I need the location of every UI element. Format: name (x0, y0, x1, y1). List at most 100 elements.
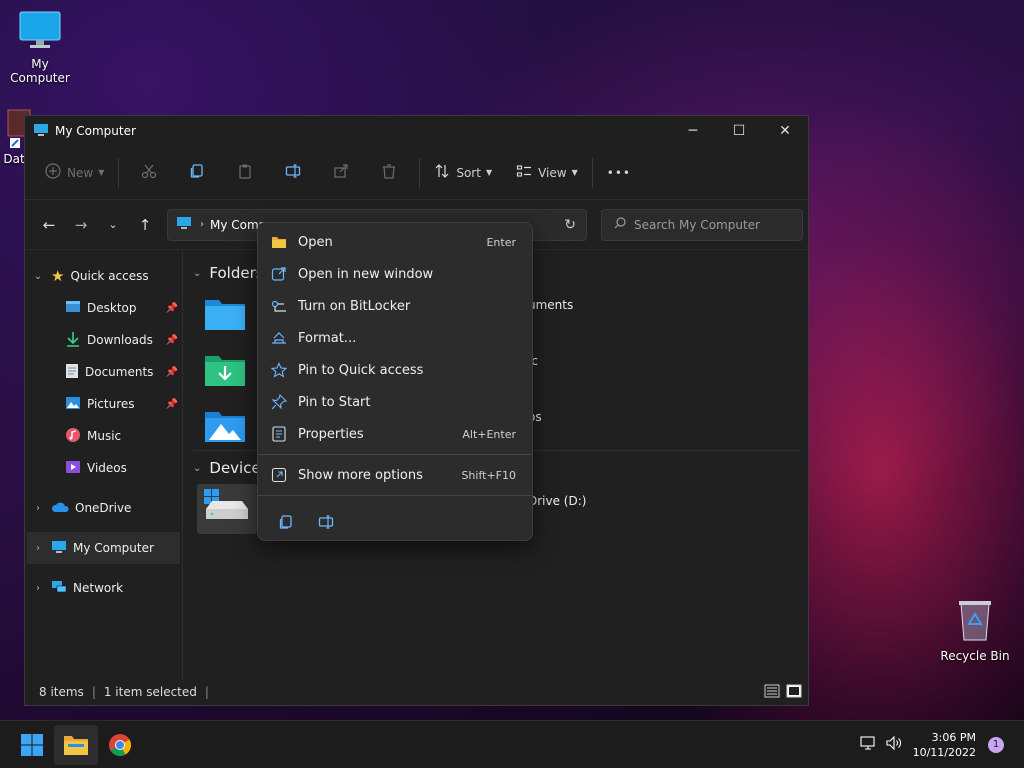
view-button[interactable]: View ▼ (508, 157, 586, 189)
folder-downloads[interactable] (203, 352, 247, 391)
more-icon: ••• (606, 165, 631, 180)
back-button[interactable]: ← (33, 216, 65, 234)
view-label: View (538, 165, 567, 180)
pictures-folder-icon (205, 412, 245, 442)
navigation-pane: ⌄ ★ Quick access Desktop 📌 Downloads 📌 D… (25, 250, 183, 679)
clock-time: 3:06 PM (931, 730, 976, 744)
sidebar-item-network[interactable]: › Network (25, 572, 182, 604)
chevron-down-icon: ⌄ (193, 462, 202, 474)
up-button[interactable]: ↑ (129, 216, 161, 234)
forward-button[interactable]: → (65, 216, 97, 234)
cut-button[interactable] (125, 157, 173, 189)
delete-button[interactable] (365, 157, 413, 189)
menu-item-show-more[interactable]: Show more options Shift+F10 (258, 459, 532, 491)
tiles-view-icon[interactable] (786, 684, 802, 701)
drive-c-selected[interactable] (197, 484, 257, 534)
chevron-down-icon: ▼ (98, 168, 105, 177)
chevron-right-icon: › (36, 582, 40, 594)
rename-icon (318, 515, 334, 529)
copy-button[interactable] (173, 157, 221, 189)
chevron-down-icon: ⌄ (193, 267, 202, 279)
desktop-folder-icon (205, 300, 245, 330)
trash-icon (381, 163, 397, 182)
menu-item-pin-start[interactable]: Pin to Start (258, 386, 532, 418)
more-options-button[interactable]: ••• (599, 157, 639, 189)
folder-icon (270, 235, 288, 249)
menu-item-label: Properties (298, 426, 364, 442)
sidebar-item-pictures[interactable]: Pictures 📌 (25, 388, 182, 420)
taskbar-chrome[interactable] (98, 725, 142, 765)
sidebar-item-my-computer[interactable]: › My Computer (27, 532, 180, 564)
pin-icon: 📌 (165, 398, 178, 410)
command-bar: New ▼ Sort ▼ View ▼ ••• (25, 146, 808, 200)
sidebar-item-documents[interactable]: Documents 📌 (25, 356, 182, 388)
document-icon (65, 363, 79, 382)
menu-item-label: Open in new window (298, 266, 434, 282)
folder-pictures[interactable] (203, 408, 247, 447)
sort-label: Sort (456, 165, 481, 180)
folder-documents-label[interactable]: uments (528, 298, 573, 312)
monitor-icon (33, 123, 49, 140)
paste-button[interactable] (221, 157, 269, 189)
sidebar-item-music[interactable]: Music (25, 420, 182, 452)
sidebar-item-label: Downloads (87, 333, 153, 347)
minimize-button[interactable]: ─ (670, 116, 716, 146)
recycle-bin-icon (935, 598, 1015, 645)
menu-item-properties[interactable]: Properties Alt+Enter (258, 418, 532, 450)
menu-rename-button[interactable] (306, 506, 346, 538)
maximize-button[interactable]: ☐ (716, 116, 762, 146)
title-bar[interactable]: My Computer ─ ☐ ✕ (25, 116, 808, 146)
taskbar-file-explorer[interactable] (54, 724, 98, 765)
video-icon (65, 460, 81, 477)
share-button[interactable] (317, 157, 365, 189)
menu-item-open-new-window[interactable]: Open in new window (258, 258, 532, 290)
sort-icon (434, 163, 450, 182)
rename-button[interactable] (269, 157, 317, 189)
sidebar-item-videos[interactable]: Videos (25, 452, 182, 484)
menu-shortcut: Alt+Enter (462, 427, 516, 441)
new-button[interactable]: New ▼ (37, 157, 112, 189)
menu-item-open[interactable]: Open Enter (258, 226, 532, 258)
desktop-icon-recycle-bin[interactable]: Recycle Bin (935, 598, 1015, 663)
format-icon (270, 330, 288, 346)
sort-button[interactable]: Sort ▼ (426, 157, 500, 189)
sidebar-item-onedrive[interactable]: › OneDrive (25, 492, 182, 524)
volume-icon[interactable] (885, 735, 903, 754)
close-button[interactable]: ✕ (762, 116, 808, 146)
share-icon (333, 163, 349, 182)
folder-desktop[interactable] (203, 296, 247, 335)
menu-item-bitlocker[interactable]: Turn on BitLocker (258, 290, 532, 322)
refresh-icon[interactable]: ↻ (564, 217, 576, 233)
recent-locations-button[interactable]: ⌄ (97, 218, 129, 231)
taskbar: 3:06 PM 10/11/2022 1 (0, 720, 1024, 768)
sidebar-item-downloads[interactable]: Downloads 📌 (25, 324, 182, 356)
desktop-icon-my-computer[interactable]: My Computer (0, 10, 80, 85)
desktop-icon-label: My Computer (10, 57, 70, 85)
sidebar-item-label: Pictures (87, 397, 135, 411)
notification-badge[interactable]: 1 (988, 736, 1004, 753)
clock[interactable]: 3:06 PM 10/11/2022 (913, 730, 976, 760)
menu-item-format[interactable]: Format... (258, 322, 532, 354)
network-status-icon[interactable] (859, 735, 877, 754)
view-list-icon (516, 163, 532, 182)
windows-drive-icon (204, 489, 248, 519)
drive-d-label[interactable]: Drive (D:) (528, 494, 586, 508)
search-icon (614, 217, 626, 232)
sidebar-item-quick-access[interactable]: ⌄ ★ Quick access (25, 260, 182, 292)
download-icon (65, 331, 81, 350)
folder-icon (64, 735, 88, 755)
details-view-icon[interactable] (764, 684, 780, 701)
network-icon (51, 580, 67, 597)
search-input[interactable] (634, 217, 784, 232)
menu-copy-button[interactable] (266, 506, 306, 538)
rename-icon (285, 163, 301, 182)
menu-item-pin-quick-access[interactable]: Pin to Quick access (258, 354, 532, 386)
system-tray: 3:06 PM 10/11/2022 1 (859, 730, 1024, 760)
menu-item-label: Pin to Start (298, 394, 371, 410)
search-box[interactable] (601, 208, 803, 241)
open-new-window-icon (270, 266, 288, 282)
pin-icon (270, 394, 288, 410)
sidebar-item-desktop[interactable]: Desktop 📌 (25, 292, 182, 324)
menu-item-label: Open (298, 234, 333, 250)
start-button[interactable] (10, 725, 54, 765)
